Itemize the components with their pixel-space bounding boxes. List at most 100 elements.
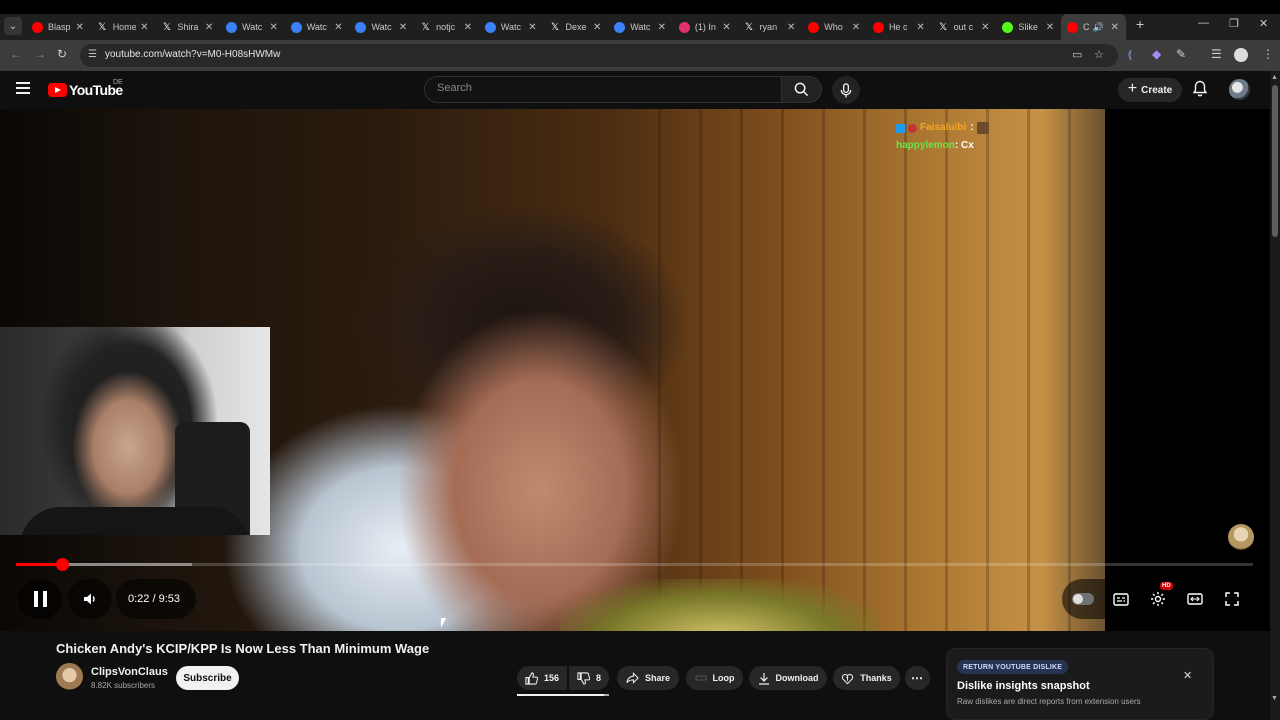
- scroll-down-icon[interactable]: ▼: [1271, 695, 1278, 702]
- browser-tab[interactable]: Slike ✕: [996, 14, 1061, 40]
- more-actions-button[interactable]: ⋯: [905, 666, 930, 690]
- browser-tab[interactable]: 𝕏ryan ✕: [738, 14, 803, 40]
- minimize-icon[interactable]: —: [1198, 17, 1209, 29]
- tab-close-icon[interactable]: ✕: [204, 22, 214, 33]
- tab-close-icon[interactable]: ✕: [398, 22, 408, 33]
- video-player[interactable]: Faisaluibi : happylemon : Cx 0:22 / 9:53: [0, 109, 1270, 631]
- browser-tab[interactable]: Watc ✕: [220, 14, 285, 40]
- chat-line: happylemon : Cx: [896, 137, 989, 155]
- youtube-logo[interactable]: YouTube: [48, 82, 123, 98]
- channel-avatar[interactable]: [56, 663, 83, 690]
- tab-close-icon[interactable]: ✕: [980, 22, 990, 33]
- tab-close-icon[interactable]: ✕: [592, 22, 602, 33]
- tab-close-icon[interactable]: ✕: [463, 22, 473, 33]
- voice-search-button[interactable]: [832, 76, 860, 104]
- tab-title: Watc: [371, 22, 392, 32]
- x-icon: 𝕏: [421, 21, 430, 33]
- search-input[interactable]: [437, 82, 757, 94]
- tab-title: Blasp: [48, 22, 71, 32]
- loop-button[interactable]: Loop: [686, 666, 743, 690]
- extension-shield-icon[interactable]: ◆: [1152, 47, 1161, 61]
- profile-icon[interactable]: [1234, 48, 1248, 62]
- tab-close-icon[interactable]: ✕: [1110, 22, 1120, 33]
- channel-name[interactable]: ClipsVonClaus: [91, 666, 168, 678]
- share-button[interactable]: Share: [617, 666, 679, 690]
- forward-icon[interactable]: →: [34, 47, 46, 61]
- site-info-icon[interactable]: ☰: [88, 49, 100, 61]
- browser-tab[interactable]: C 🔊 ✕: [1061, 14, 1126, 40]
- theater-mode-button[interactable]: [1184, 588, 1206, 610]
- search-button[interactable]: [782, 76, 822, 103]
- scrubber-handle[interactable]: [55, 558, 69, 571]
- dislike-button[interactable]: 8: [569, 666, 609, 690]
- tab-close-icon[interactable]: ✕: [75, 22, 85, 33]
- video-frame-texture: [620, 109, 1100, 631]
- extensions-puzzle-icon[interactable]: ✎: [1176, 47, 1186, 61]
- browser-tab[interactable]: (1) In ✕: [673, 14, 738, 40]
- browser-tab[interactable]: 𝕏 Shira ✕: [155, 14, 220, 40]
- account-avatar[interactable]: [1229, 79, 1250, 100]
- tab-close-icon[interactable]: ✕: [333, 22, 343, 33]
- stream-chat-overlay: Faisaluibi : happylemon : Cx: [896, 119, 990, 155]
- tab-title: (1) In: [694, 22, 716, 32]
- browser-tab[interactable]: Watc ✕: [349, 14, 414, 40]
- subscribe-button[interactable]: Subscribe: [176, 666, 239, 690]
- tab-close-icon[interactable]: ✕: [657, 22, 667, 33]
- browser-tab[interactable]: He c ✕: [867, 14, 932, 40]
- restore-icon[interactable]: ❐: [1229, 17, 1239, 30]
- subtitles-button[interactable]: [1110, 588, 1132, 610]
- scroll-up-icon[interactable]: ▲: [1271, 74, 1278, 81]
- create-button[interactable]: + Create: [1118, 78, 1182, 102]
- browser-tab[interactable]: 𝕏 Dexe ✕: [544, 14, 609, 40]
- close-window-icon[interactable]: ✕: [1259, 17, 1268, 30]
- scrollbar-thumb[interactable]: [1272, 85, 1278, 237]
- tab-audio-icon[interactable]: 🔊: [1092, 22, 1103, 33]
- fullscreen-button[interactable]: [1221, 588, 1243, 610]
- browser-tab[interactable]: 𝕏notjc ✕: [414, 14, 479, 40]
- page-scrollbar[interactable]: ▲ ▼: [1270, 71, 1280, 720]
- notifications-bell-icon[interactable]: [1192, 80, 1210, 98]
- tab-close-icon[interactable]: ✕: [269, 22, 279, 33]
- bookmark-star-icon[interactable]: ☆: [1094, 48, 1104, 61]
- tab-close-icon[interactable]: ✕: [916, 22, 926, 33]
- browser-menu-icon[interactable]: ⋮: [1262, 47, 1274, 61]
- time-text: 0:22 / 9:53: [128, 593, 180, 605]
- like-button[interactable]: 156: [517, 666, 567, 690]
- browser-tab[interactable]: 𝕏out c ✕: [932, 14, 997, 40]
- browser-tab[interactable]: 𝕏 Home ✕: [91, 14, 156, 40]
- download-button[interactable]: Download: [749, 666, 827, 690]
- extension-audio-icon[interactable]: ⦅: [1128, 47, 1132, 62]
- tab-title: Watc: [306, 22, 327, 32]
- address-bar[interactable]: ☰ youtube.com/watch?v=M0-H08sHWMw ▭ ☆: [80, 44, 1118, 67]
- guide-menu-icon[interactable]: [16, 82, 30, 94]
- settings-button[interactable]: [1147, 588, 1169, 610]
- browser-tab[interactable]: Who ✕: [802, 14, 867, 40]
- autoplay-toggle[interactable]: [1072, 593, 1094, 605]
- reload-icon[interactable]: ↻: [57, 47, 67, 61]
- play-pause-button[interactable]: [18, 579, 62, 619]
- tab-search-button[interactable]: ⌄: [4, 17, 22, 35]
- tab-close-icon[interactable]: ✕: [722, 22, 732, 33]
- tab-close-icon[interactable]: ✕: [528, 22, 538, 33]
- chat-badge-icon: [908, 123, 917, 133]
- featured-channel-avatar[interactable]: [1228, 524, 1254, 550]
- install-app-icon[interactable]: ▭: [1072, 48, 1082, 61]
- search-box[interactable]: [424, 76, 782, 103]
- new-tab-button[interactable]: +: [1136, 16, 1144, 32]
- thanks-button[interactable]: Thanks: [833, 666, 900, 690]
- progress-bar[interactable]: [16, 558, 1253, 571]
- close-icon[interactable]: ✕: [1183, 669, 1192, 682]
- url-text[interactable]: youtube.com/watch?v=M0-H08sHWMw: [105, 49, 280, 60]
- reading-list-icon[interactable]: ☰: [1211, 47, 1222, 61]
- browser-tab[interactable]: Watc ✕: [608, 14, 673, 40]
- tab-close-icon[interactable]: ✕: [1045, 22, 1055, 33]
- mute-button[interactable]: [68, 579, 112, 619]
- tab-close-icon[interactable]: ✕: [139, 22, 149, 33]
- back-icon[interactable]: ←: [10, 47, 22, 61]
- browser-tab[interactable]: Blasp ✕: [26, 14, 91, 40]
- browser-tab[interactable]: Watc ✕: [285, 14, 350, 40]
- tab-close-icon[interactable]: ✕: [851, 22, 861, 33]
- loop-icon: [694, 673, 707, 683]
- tab-close-icon[interactable]: ✕: [786, 22, 796, 33]
- browser-tab[interactable]: Watc ✕: [479, 14, 544, 40]
